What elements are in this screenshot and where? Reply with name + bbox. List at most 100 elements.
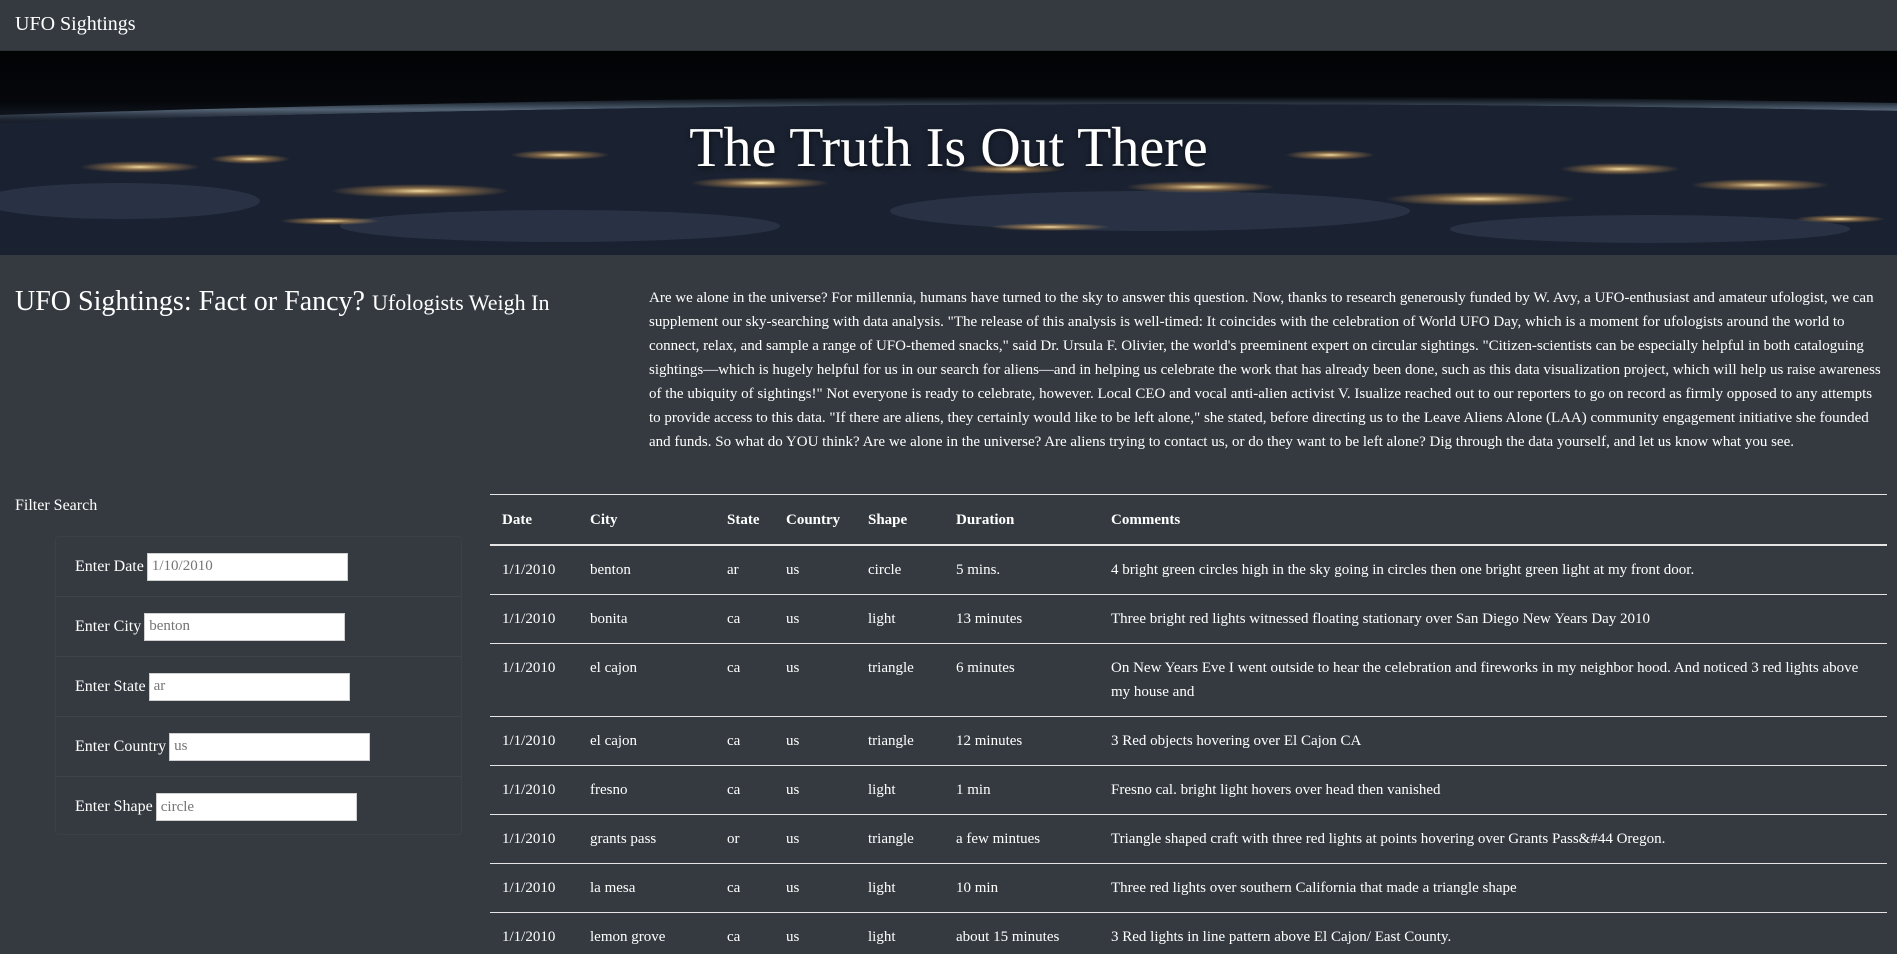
cell-city: la mesa <box>578 863 715 913</box>
navbar-brand[interactable]: UFO Sightings <box>15 13 136 36</box>
filter-row-date: Enter Date <box>56 537 461 597</box>
city-label: Enter City <box>75 617 142 635</box>
page-title-subtitle: Ufologists Weigh In <box>372 290 550 315</box>
cell-date: 1/1/2010 <box>490 545 578 595</box>
country-input[interactable] <box>169 732 371 761</box>
column-header-state: State <box>715 494 774 546</box>
cell-shape: circle <box>856 545 944 595</box>
cell-shape: light <box>856 594 944 644</box>
table-row: 1/1/2010 grants pass or us triangle a few min… <box>490 814 1887 864</box>
table-body: 1/1/2010 benton ar us circle 5 mins. 4 bright … <box>490 545 1887 954</box>
cell-state: ca <box>715 643 774 717</box>
cell-city: el cajon <box>578 716 715 766</box>
cell-comments: Three red lights over southern Californi… <box>1099 863 1887 913</box>
cell-duration: 13 minutes <box>944 594 1099 644</box>
column-header-shape: Shape <box>856 494 944 546</box>
cell-date: 1/1/2010 <box>490 912 578 954</box>
column-header-comments: Comments <box>1099 494 1887 546</box>
cell-date: 1/1/2010 <box>490 643 578 717</box>
column-header-city: City <box>578 494 715 546</box>
cell-country: us <box>774 863 856 913</box>
cell-country: us <box>774 912 856 954</box>
cell-duration: 6 minutes <box>944 643 1099 717</box>
state-input[interactable] <box>148 672 350 701</box>
date-input[interactable] <box>146 552 348 581</box>
cell-state: ca <box>715 765 774 815</box>
page-title-main: UFO Sightings: Fact or Fancy? <box>15 286 365 317</box>
cell-date: 1/1/2010 <box>490 863 578 913</box>
cell-comments: On New Years Eve I went outside to hear … <box>1099 643 1887 717</box>
cell-country: us <box>774 643 856 717</box>
date-label: Enter Date <box>75 557 144 575</box>
table-row: 1/1/2010 la mesa ca us light 10 min Three red … <box>490 863 1887 913</box>
shape-input[interactable] <box>155 793 357 821</box>
shape-label: Enter Shape <box>75 798 153 815</box>
hero-banner: The Truth Is Out There <box>0 51 1897 255</box>
hero-title: The Truth Is Out There <box>689 117 1208 179</box>
cell-country: us <box>774 594 856 644</box>
cell-state: ca <box>715 594 774 644</box>
cell-duration: 10 min <box>944 863 1099 913</box>
cell-city: benton <box>578 545 715 595</box>
cell-city: lemon grove <box>578 912 715 954</box>
cell-shape: light <box>856 863 944 913</box>
filter-row-city: Enter City <box>56 597 461 657</box>
table-row: 1/1/2010 el cajon ca us triangle 12 minutes 3 … <box>490 716 1887 766</box>
filter-search-title: Filter Search <box>15 497 98 514</box>
cell-duration: a few mintues <box>944 814 1099 864</box>
page-title: UFO Sightings: Fact or Fancy? Ufologists… <box>15 286 549 318</box>
cell-state: ca <box>715 716 774 766</box>
cell-state: ar <box>715 545 774 595</box>
city-input[interactable] <box>144 612 346 641</box>
cell-shape: light <box>856 765 944 815</box>
cell-shape: triangle <box>856 716 944 766</box>
country-label: Enter Country <box>75 737 167 755</box>
navbar: UFO Sightings <box>0 0 1897 51</box>
cell-comments: Three bright red lights witnessed floati… <box>1099 594 1887 644</box>
cell-shape: light <box>856 912 944 954</box>
table-row: 1/1/2010 fresno ca us light 1 min Fresno cal. … <box>490 765 1887 815</box>
cell-country: us <box>774 545 856 595</box>
cell-duration: 5 mins. <box>944 545 1099 595</box>
cell-city: grants pass <box>578 814 715 864</box>
cell-state: or <box>715 814 774 864</box>
cell-comments: 4 bright green circles high in the sky g… <box>1099 545 1887 595</box>
cell-city: bonita <box>578 594 715 644</box>
table-row: 1/1/2010 bonita ca us light 13 minutes Three b… <box>490 594 1887 644</box>
cell-state: ca <box>715 863 774 913</box>
cell-country: us <box>774 814 856 864</box>
cell-shape: triangle <box>856 643 944 717</box>
cell-date: 1/1/2010 <box>490 716 578 766</box>
state-label: Enter State <box>75 677 146 695</box>
cell-country: us <box>774 716 856 766</box>
cell-state: ca <box>715 912 774 954</box>
cell-duration: 12 minutes <box>944 716 1099 766</box>
cell-city: el cajon <box>578 643 715 717</box>
cell-comments: 3 Red lights in line pattern above El Ca… <box>1099 912 1887 954</box>
cell-date: 1/1/2010 <box>490 765 578 815</box>
cell-date: 1/1/2010 <box>490 594 578 644</box>
cell-shape: triangle <box>856 814 944 864</box>
filter-row-state: Enter State <box>56 657 461 717</box>
cell-comments: 3 Red objects hovering over El Cajon CA <box>1099 716 1887 766</box>
sightings-table-container: Date City State Country Shape Duration C… <box>490 494 1887 954</box>
article-text: Are we alone in the universe? For millen… <box>649 290 1881 450</box>
column-header-country: Country <box>774 494 856 546</box>
filter-panel: Enter Date Enter City Enter State Enter … <box>55 536 462 835</box>
cell-comments: Fresno cal. bright light hovers over hea… <box>1099 765 1887 815</box>
column-header-date: Date <box>490 494 578 546</box>
cell-country: us <box>774 765 856 815</box>
cell-duration: about 15 minutes <box>944 912 1099 954</box>
table-row: 1/1/2010 benton ar us circle 5 mins. 4 bright … <box>490 545 1887 595</box>
table-row: 1/1/2010 lemon grove ca us light about 15 min… <box>490 912 1887 954</box>
table-header-row: Date City State Country Shape Duration C… <box>490 494 1887 546</box>
sightings-table: Date City State Country Shape Duration C… <box>490 494 1887 954</box>
cell-date: 1/1/2010 <box>490 814 578 864</box>
cell-comments: Triangle shaped craft with three red lig… <box>1099 814 1887 864</box>
filter-row-shape: Enter Shape <box>56 777 461 837</box>
cell-city: fresno <box>578 765 715 815</box>
column-header-duration: Duration <box>944 494 1099 546</box>
filter-row-country: Enter Country <box>56 717 461 777</box>
cell-duration: 1 min <box>944 765 1099 815</box>
table-row: 1/1/2010 el cajon ca us triangle 6 minutes On … <box>490 643 1887 717</box>
